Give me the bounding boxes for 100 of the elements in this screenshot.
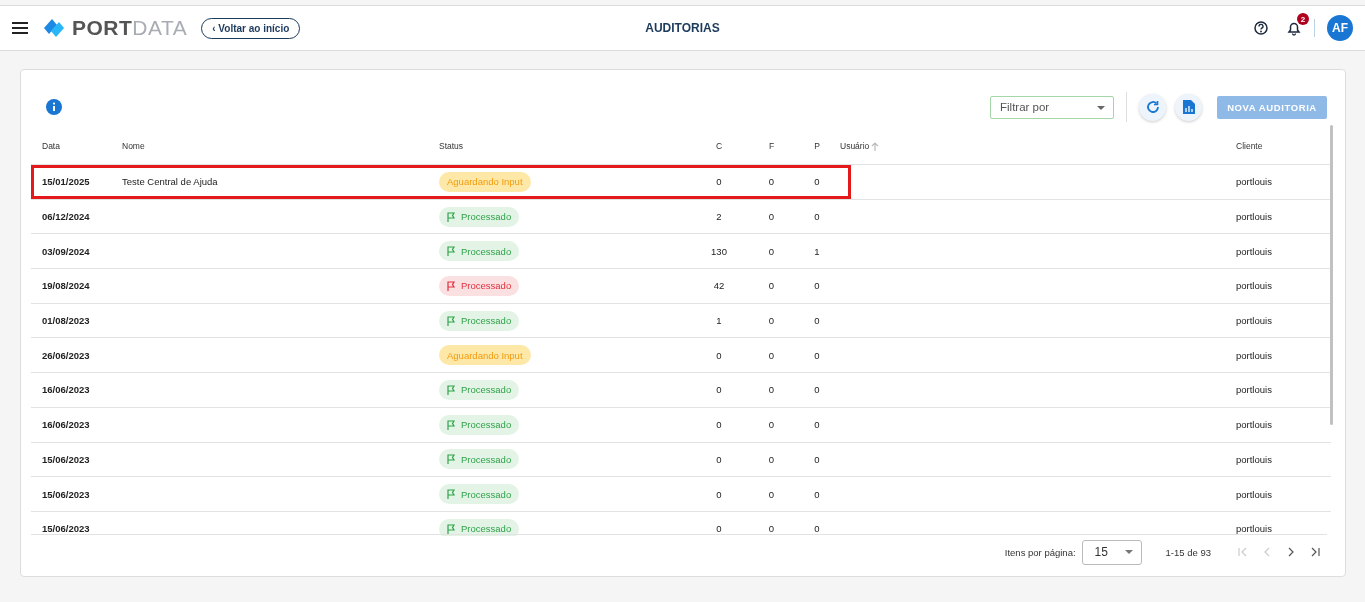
table-row-segment[interactable]: 15/06/2023 Processado 0 0 0	[31, 442, 851, 477]
refresh-button[interactable]	[1139, 93, 1166, 121]
c-count: 130	[711, 245, 727, 257]
notification-badge: 2	[1297, 13, 1309, 25]
p-count: 0	[814, 211, 820, 223]
date-cell: 19/08/2024	[42, 280, 90, 292]
table-row-segment[interactable]: 16/06/2023 Processado 0 0 0	[31, 407, 851, 442]
date-cell: 15/06/2023	[42, 453, 90, 465]
date-cell: 15/06/2023	[42, 523, 90, 535]
chart-document-icon	[1182, 100, 1195, 114]
caret-icon	[1124, 550, 1133, 554]
table-row-segment[interactable]: 26/06/2023 Aguardando Input 0 0 0	[31, 338, 851, 373]
c-count: 0	[716, 176, 722, 188]
date-cell: 06/12/2024	[42, 211, 90, 223]
c-count: 0	[716, 523, 722, 535]
filter-dropdown[interactable]: Filtrar por	[990, 95, 1114, 119]
info-icon[interactable]	[46, 99, 62, 115]
column-header[interactable]: Data	[42, 141, 60, 151]
client-cell: portlouis	[1236, 315, 1272, 327]
flag-icon	[447, 489, 456, 500]
client-cell: portlouis	[1236, 349, 1272, 361]
f-count: 0	[768, 384, 775, 396]
flag-icon	[447, 454, 456, 465]
f-count: 0	[768, 349, 775, 361]
scrollbar[interactable]	[1330, 125, 1333, 425]
date-cell: 26/06/2023	[42, 349, 90, 361]
f-count: 0	[768, 315, 775, 327]
menu-icon[interactable]	[12, 22, 28, 34]
client-cell: portlouis	[1236, 488, 1272, 500]
client-cell: portlouis	[1236, 384, 1272, 396]
p-count: 0	[814, 523, 820, 535]
table-row-segment[interactable]: 15/06/2023 Processado 0 0 0	[31, 511, 851, 536]
client-cell: portlouis	[1236, 419, 1272, 431]
c-count: 0	[716, 453, 722, 465]
page-size-dropdown[interactable]: 15	[1081, 539, 1142, 565]
f-count: 0	[768, 280, 775, 292]
column-header[interactable]: F	[768, 141, 775, 151]
page-range: 1-15 de 93	[1165, 546, 1211, 558]
p-count: 0	[814, 349, 820, 361]
status-chip: Processado	[439, 414, 520, 435]
column-header[interactable]: Cliente	[1236, 141, 1263, 151]
f-count: 0	[768, 419, 775, 431]
caret-icon	[1097, 105, 1105, 110]
logo-icon	[42, 17, 66, 39]
c-count: 0	[716, 419, 722, 431]
c-count: 0	[716, 384, 722, 396]
p-count: 0	[814, 488, 820, 500]
client-cell: portlouis	[1236, 245, 1272, 257]
c-count: 42	[713, 280, 725, 292]
table-row-segment[interactable]: 01/08/2023 Processado 1 0 0	[31, 303, 851, 338]
flag-icon	[447, 315, 456, 326]
refresh-icon	[1145, 100, 1160, 114]
status-chip: Processado	[439, 379, 520, 400]
status-chip: Processado	[439, 275, 520, 296]
f-count: 0	[768, 211, 775, 223]
column-header[interactable]: Nome	[122, 141, 145, 151]
back-button[interactable]: ‹ Voltar ao início	[201, 17, 301, 39]
column-header[interactable]: P	[814, 141, 820, 151]
flag-icon	[447, 280, 456, 291]
name-cell: Teste Central de Ajuda	[122, 176, 218, 188]
status-chip: Aguardando Input	[439, 345, 531, 366]
column-header[interactable]: Usuário	[840, 141, 870, 151]
p-count: 0	[814, 453, 820, 465]
c-count: 0	[716, 349, 722, 361]
p-count: 0	[814, 280, 820, 292]
f-count: 0	[768, 245, 775, 257]
table-row-segment[interactable]: 15/06/2023 Processado 0 0 0	[31, 477, 851, 511]
flag-icon	[447, 523, 456, 534]
user-avatar[interactable]: AF	[1327, 15, 1353, 41]
status-chip: Processado	[439, 206, 520, 227]
client-cell: portlouis	[1236, 176, 1272, 188]
status-chip: Aguardando Input	[439, 171, 531, 192]
table-row-segment[interactable]: 06/12/2024 Processado 2 0 0	[31, 199, 851, 234]
date-cell: 16/06/2023	[42, 384, 90, 396]
table-row-segment[interactable]: 15/01/2025 Teste Central de Ajuda Aguardando Input 0 0 0	[31, 165, 851, 199]
table-row-segment[interactable]: 16/06/2023 Processado 0 0 0	[31, 373, 851, 407]
date-cell: 15/06/2023	[42, 488, 90, 500]
help-icon[interactable]	[1254, 21, 1268, 35]
column-header[interactable]: Status	[439, 141, 464, 151]
flag-icon	[447, 211, 456, 222]
p-count: 1	[814, 245, 820, 257]
status-chip: Processado	[439, 241, 520, 262]
bell-icon[interactable]	[1286, 20, 1302, 36]
client-cell: portlouis	[1236, 523, 1272, 535]
f-count: 0	[768, 488, 775, 500]
flag-icon	[447, 419, 456, 430]
status-chip: Processado	[439, 449, 520, 470]
p-count: 0	[814, 384, 820, 396]
column-header[interactable]: C	[715, 141, 723, 151]
table-row-segment[interactable]: 03/09/2024 Processado 130 0 1	[31, 234, 851, 269]
flag-icon	[447, 246, 456, 257]
page-title: AUDITORIAS	[645, 21, 720, 35]
page-size-label: Itens por página:	[1004, 546, 1076, 558]
logo-text: PORTDATA	[72, 16, 188, 40]
table-row-segment[interactable]: 19/08/2024 Processado 42 0 0	[31, 269, 851, 303]
client-cell: portlouis	[1236, 453, 1272, 465]
c-count: 2	[716, 211, 722, 223]
report-button[interactable]	[1175, 93, 1202, 121]
status-chip: Processado	[439, 484, 520, 505]
f-count: 0	[768, 176, 775, 188]
